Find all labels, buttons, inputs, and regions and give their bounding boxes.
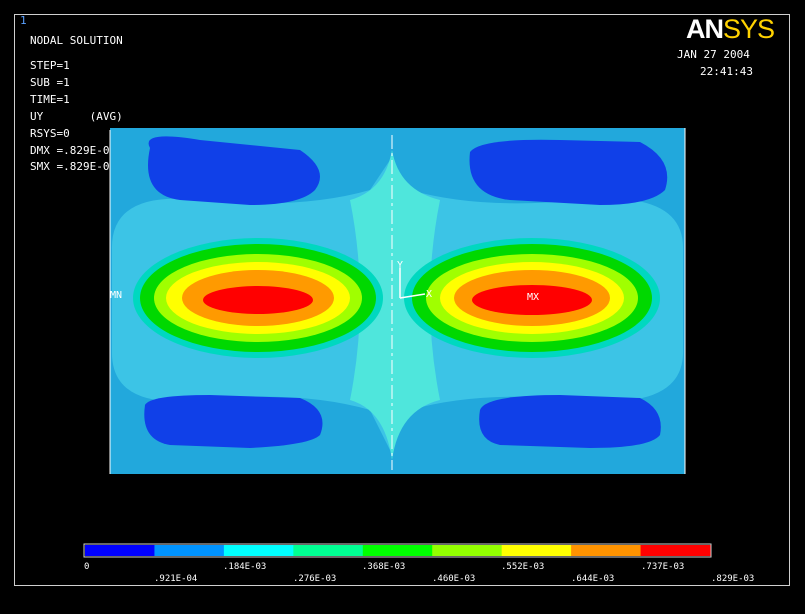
legend-label-6: .552E-03 [501, 562, 544, 572]
legend-label-8: .737E-03 [641, 562, 684, 572]
legend-label-7: .644E-03 [571, 574, 614, 584]
legend-label-0: 0 [84, 562, 89, 572]
legend-swatch-7 [571, 545, 642, 556]
legend-swatch-2 [223, 545, 294, 556]
contour-lobe-left [133, 238, 383, 358]
axis-y-label: Y [397, 260, 403, 271]
color-legend-bar [85, 545, 711, 556]
contour-plot: X Y MN MX 0 .184E-03 .368E-03 .552E-03 .… [83, 128, 754, 584]
legend-swatch-1 [154, 545, 225, 556]
legend-swatch-3 [293, 545, 364, 556]
legend-swatch-0 [85, 545, 155, 556]
legend-label-3: .276E-03 [293, 574, 336, 584]
legend-label-1: .921E-04 [154, 574, 197, 584]
min-marker: MN [110, 290, 122, 301]
legend-label-4: .368E-03 [362, 562, 405, 572]
legend-swatch-8 [640, 545, 711, 556]
legend-label-5: .460E-03 [432, 574, 475, 584]
legend-swatch-5 [432, 545, 503, 556]
legend-swatch-6 [501, 545, 572, 556]
axis-x-label: X [426, 289, 432, 300]
legend-swatch-4 [362, 545, 433, 556]
legend-label-2: .184E-03 [223, 562, 266, 572]
max-marker: MX [527, 292, 539, 303]
legend-label-9: .829E-03 [711, 574, 754, 584]
